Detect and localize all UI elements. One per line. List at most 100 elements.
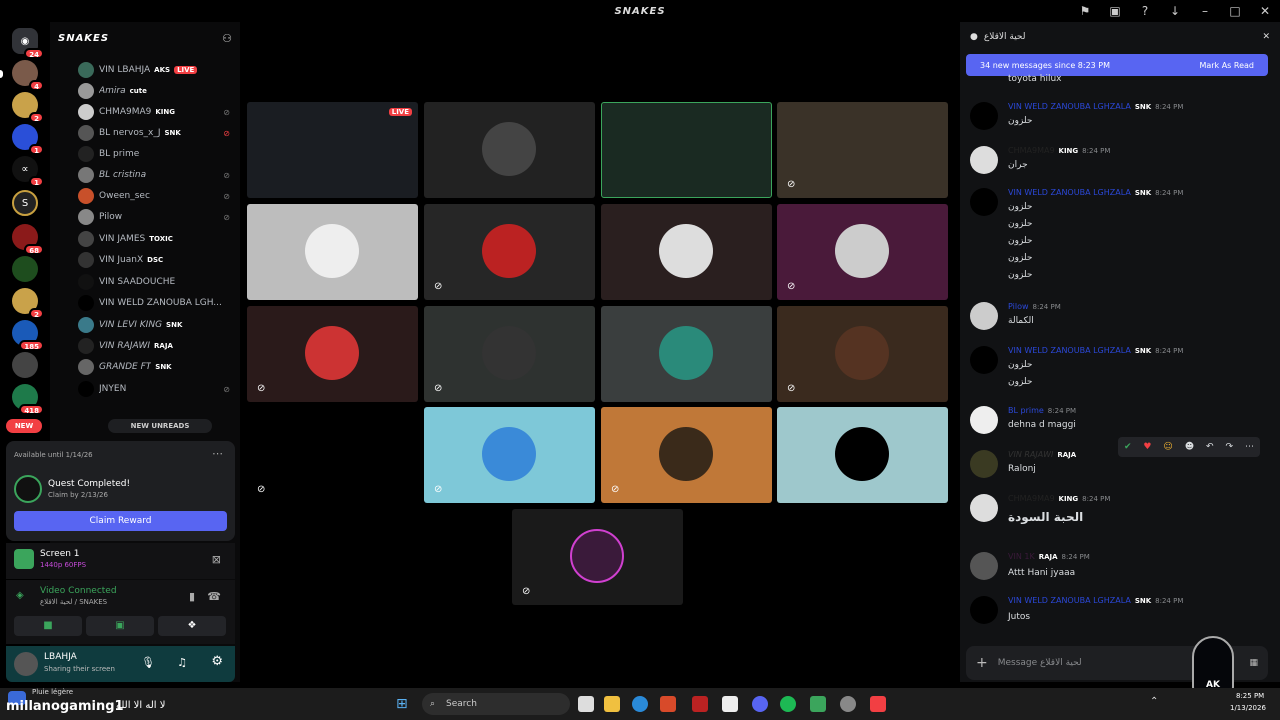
video-tile[interactable]: ⊘ [424, 204, 595, 300]
video-tile[interactable] [247, 204, 418, 300]
stream-tile[interactable]: LIVE [247, 102, 418, 198]
video-tile[interactable]: ⊘ [777, 204, 948, 300]
windows-start-icon[interactable]: ⊞ [396, 696, 412, 712]
stop-stream-icon[interactable]: ⊠ [212, 553, 221, 566]
inbox-icon[interactable]: ▣ [1100, 4, 1130, 18]
server-icon[interactable]: S [12, 190, 38, 216]
server-icon[interactable]: 418 [12, 384, 44, 415]
voice-member[interactable]: VIN LBAHJA AKS LIVE [78, 60, 238, 80]
apps-icon[interactable]: ▦ [1249, 658, 1258, 668]
signal-icon[interactable]: ◈ [16, 590, 24, 601]
message-author[interactable]: VIN 1K [1008, 552, 1035, 561]
voice-member[interactable]: VIN RAJAWI RAJA [78, 336, 238, 356]
voice-member[interactable]: CHMA9MA9 KING ⊘ [78, 102, 238, 122]
disconnect-icon[interactable]: ☎ [207, 590, 221, 603]
video-tile[interactable]: ⊘ [247, 306, 418, 402]
server-icon[interactable]: 185 [12, 320, 44, 351]
minimize-icon[interactable]: – [1190, 4, 1220, 18]
add-attachment-icon[interactable]: + [976, 655, 988, 671]
voice-member[interactable]: VIN LEVI KING SNK [78, 315, 238, 335]
home-icon[interactable]: ◉ 24 [12, 28, 44, 59]
video-tile[interactable] [777, 407, 948, 503]
download-icon[interactable]: ↓ [1160, 4, 1190, 18]
check-reaction-icon[interactable]: ✔ [1124, 442, 1132, 452]
message-author[interactable]: VIN WELD ZANOUBA LGHZALA [1008, 188, 1131, 197]
chrome-icon[interactable] [840, 696, 856, 712]
voice-member[interactable]: VIN JAMES TOXIC [78, 229, 238, 249]
discord-icon[interactable] [752, 696, 768, 712]
notepad-icon[interactable] [722, 696, 738, 712]
new-unreads-button[interactable]: NEW UNREADS [108, 419, 212, 433]
new-messages-banner[interactable]: 34 new messages since 8:23 PM Mark As Re… [966, 54, 1268, 76]
forward-icon[interactable]: ↷ [1226, 442, 1234, 452]
add-reaction-icon[interactable]: ☻ [1185, 442, 1194, 452]
voice-member[interactable]: VIN WELD ZANOUBA LGH... [78, 293, 238, 313]
video-tile[interactable]: ⊘ [601, 407, 772, 503]
activities-button[interactable]: ❖ [158, 616, 226, 636]
server-icon[interactable]: 2 [12, 288, 44, 319]
message-author[interactable]: VIN WELD ZANOUBA LGHZALA [1008, 346, 1131, 355]
server-icon[interactable] [12, 256, 38, 282]
video-tile[interactable]: ⊘ [777, 102, 948, 198]
voice-member[interactable]: Oween_sec ⊘ [78, 186, 238, 206]
task-view-icon[interactable] [578, 696, 594, 712]
voice-member[interactable]: VIN JuanX DSC [78, 250, 238, 270]
server-icon[interactable]: 2 [12, 92, 44, 123]
video-tile[interactable] [424, 102, 595, 198]
server-icon[interactable]: 1 [12, 124, 44, 155]
avatar[interactable] [14, 652, 38, 676]
voice-channel[interactable]: لحية الاقلاع / SNAKES [40, 598, 107, 606]
message-author[interactable]: VIN WELD ZANOUBA LGHZALA [1008, 596, 1131, 605]
maximize-icon[interactable]: □ [1220, 4, 1250, 18]
message-author[interactable]: VIN WELD ZANOUBA LGHZALA [1008, 102, 1131, 111]
video-tile[interactable]: ⊘ [424, 306, 595, 402]
voice-member[interactable]: BL nervos_x_J SNK ⊘ [78, 123, 238, 143]
file-explorer-icon[interactable] [604, 696, 620, 712]
server-icon[interactable] [12, 352, 38, 378]
app-icon[interactable] [810, 696, 826, 712]
voice-member[interactable]: Pilow ⊘ [78, 207, 238, 227]
mark-as-read-button[interactable]: Mark As Read [1199, 61, 1254, 70]
more-icon[interactable]: ⋯ [1245, 442, 1254, 452]
spotify-icon[interactable] [780, 696, 796, 712]
video-tile[interactable]: ⊘ [247, 407, 418, 503]
more-icon[interactable]: ⋯ [212, 447, 223, 460]
mic-icon[interactable]: 🎙 [141, 656, 155, 669]
help-icon[interactable]: ? [1130, 4, 1160, 18]
video-tile[interactable] [601, 306, 772, 402]
taskbar-search[interactable]: ⌕ Search [422, 693, 570, 715]
video-tile[interactable]: ⊘ [777, 306, 948, 402]
settings-icon[interactable]: ⚙ [211, 654, 223, 669]
server-icon[interactable]: ∝ 1 [12, 156, 44, 187]
message-author[interactable]: BL prime [1008, 406, 1044, 415]
camera-button[interactable]: ■ [14, 616, 82, 636]
screen-share-button[interactable]: ▣ [86, 616, 154, 636]
message-author[interactable]: VIN RAJAWI [1008, 450, 1053, 459]
message-author[interactable]: CHMA9MA9 [1008, 494, 1055, 503]
edge-icon[interactable] [632, 696, 648, 712]
video-tile[interactable] [601, 102, 772, 198]
tray-chevron-icon[interactable]: ⌃ [1150, 696, 1158, 707]
voice-member[interactable]: VIN SAADOUCHE [78, 272, 238, 292]
voice-member[interactable]: JNYEN ⊘ [78, 379, 238, 399]
close-chat-icon[interactable]: ✕ [1262, 32, 1270, 42]
video-tile[interactable]: ⊘ [512, 509, 683, 605]
clock-time[interactable]: 8:25 PM [1236, 692, 1264, 700]
reply-icon[interactable]: ↶ [1206, 442, 1214, 452]
video-tile[interactable] [601, 204, 772, 300]
headset-icon[interactable]: ♫ [177, 656, 187, 669]
noise-suppression-icon[interactable]: ▮ [189, 590, 195, 603]
server-icon[interactable]: 68 [12, 224, 44, 255]
server-icon[interactable]: 4 [12, 60, 44, 91]
add-member-icon[interactable]: ⚇ [222, 32, 232, 45]
brave-icon[interactable] [870, 696, 886, 712]
laugh-reaction-icon[interactable]: ☺ [1163, 442, 1172, 452]
app-icon[interactable] [692, 696, 708, 712]
store-icon[interactable] [660, 696, 676, 712]
voice-member[interactable]: BL prime [78, 144, 238, 164]
video-tile[interactable]: ⊘ [424, 407, 595, 503]
voice-member[interactable]: GRANDE FT SNK [78, 357, 238, 377]
close-icon[interactable]: ✕ [1250, 4, 1280, 18]
message-author[interactable]: CHMA9MA9 [1008, 146, 1055, 155]
claim-reward-button[interactable]: Claim Reward [14, 511, 227, 531]
